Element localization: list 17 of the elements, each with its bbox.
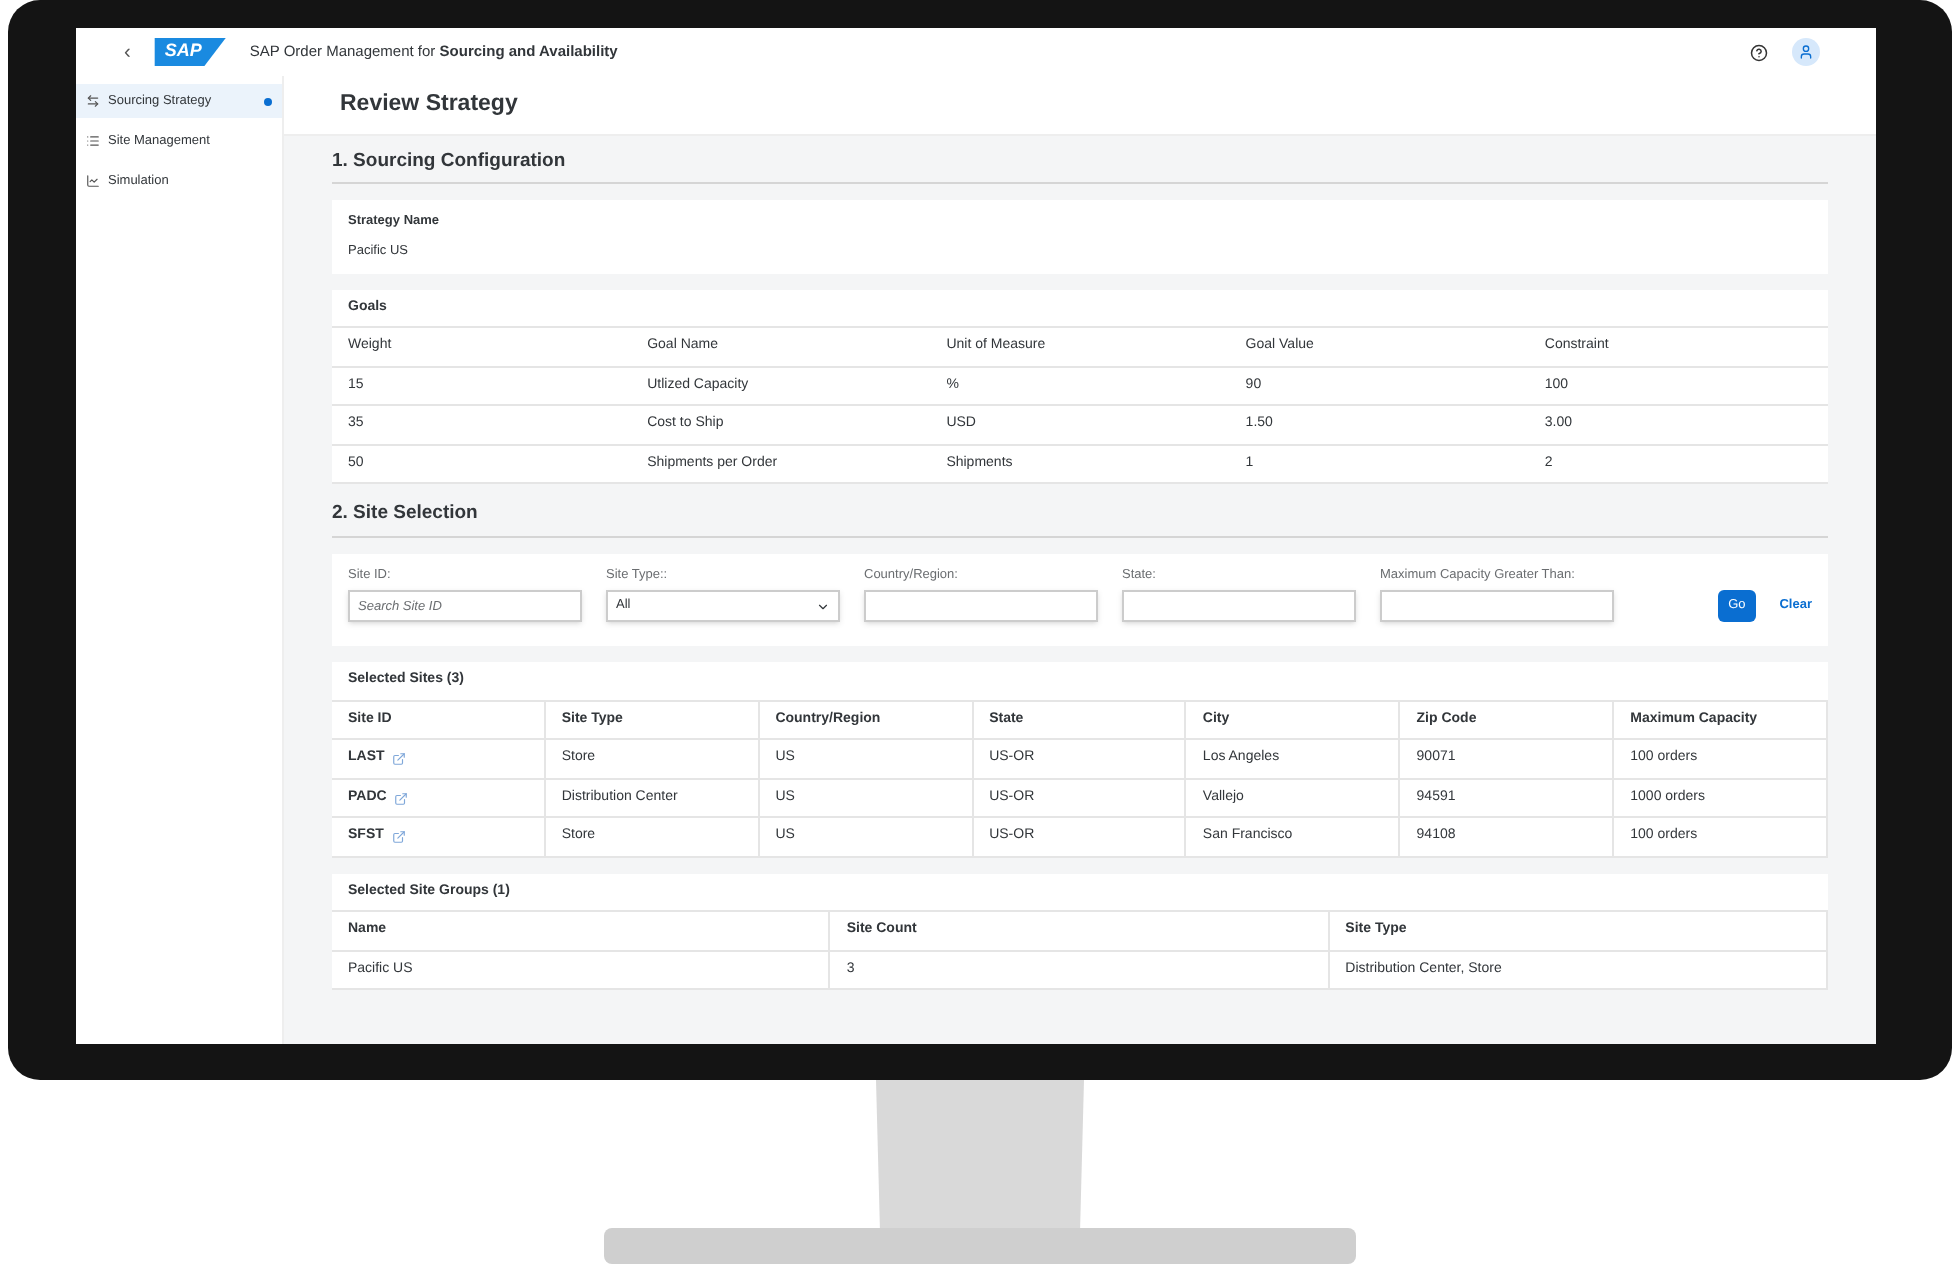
filter-input-field[interactable]	[1122, 590, 1356, 623]
external-link-icon[interactable]	[392, 752, 407, 766]
sidebar-item-icon	[86, 174, 100, 188]
back-button[interactable]: ‹	[124, 37, 131, 67]
filter-input-field[interactable]	[864, 590, 1098, 623]
filter-input-field[interactable]	[1380, 590, 1614, 623]
external-link-icon[interactable]	[391, 830, 406, 844]
help-icon[interactable]	[1750, 43, 1768, 61]
external-link-icon[interactable]	[394, 791, 409, 805]
page-title: Review Strategy	[340, 89, 518, 120]
user-avatar[interactable]	[1792, 38, 1820, 66]
chevron-down-icon	[816, 599, 830, 614]
section-heading: 1. Sourcing Configuration	[332, 136, 1828, 185]
logo: SAP	[154, 38, 226, 66]
section-heading: 2. Site Selection	[332, 484, 1828, 537]
sidebar-item-icon	[86, 94, 100, 108]
sidebar-item-icon	[86, 134, 100, 148]
